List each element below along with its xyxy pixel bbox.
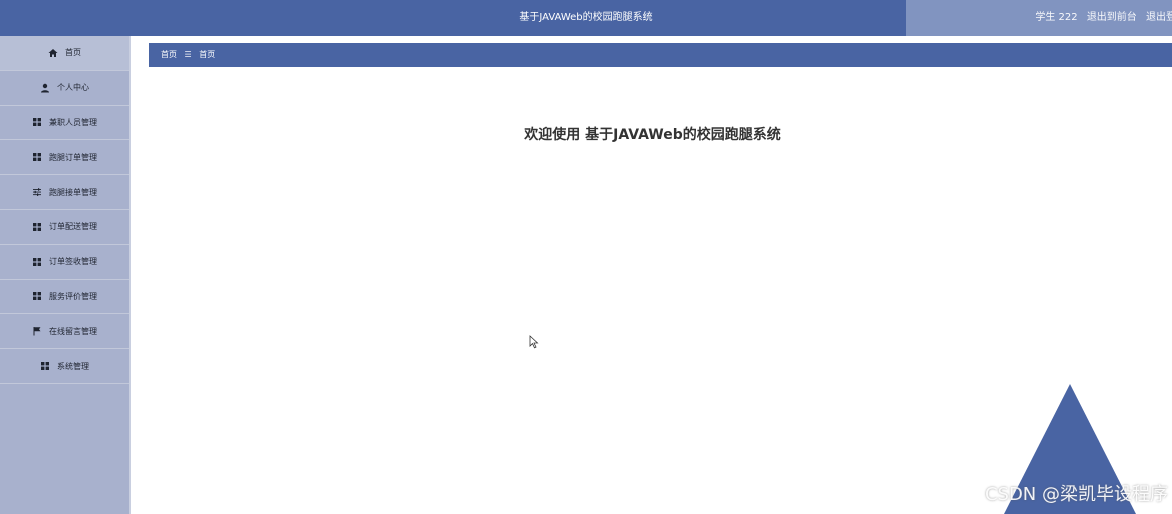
sidebar-item-label: 兼职人员管理: [49, 117, 97, 127]
sidebar-item-parttime-staff[interactable]: 兼职人员管理: [0, 106, 129, 141]
sidebar-item-service-review[interactable]: 服务评价管理: [0, 280, 129, 315]
welcome-heading: 欢迎使用 基于JAVAWeb的校园跑腿系统: [524, 127, 781, 143]
user-icon: [40, 83, 50, 93]
sidebar-item-label: 订单签收管理: [49, 257, 97, 267]
grid-icon: [32, 152, 42, 162]
breadcrumb-separator-icon: ☰: [184, 50, 192, 59]
sidebar: 首页 个人中心 兼职人员管理 跑腿订单管理 跑腿接单管理 订单配送管理 订单签收…: [0, 36, 131, 514]
sidebar-item-label: 订单配送管理: [49, 222, 97, 232]
sliders-icon: [32, 187, 42, 197]
grid-icon: [32, 117, 42, 127]
breadcrumb-home-link[interactable]: 首页: [161, 50, 177, 59]
sidebar-item-label: 在线留言管理: [49, 326, 97, 336]
grid-icon: [32, 222, 42, 232]
home-icon: [48, 48, 58, 58]
sidebar-item-label: 服务评价管理: [49, 291, 97, 301]
sidebar-item-online-messages[interactable]: 在线留言管理: [0, 314, 129, 350]
sidebar-item-label: 跑腿订单管理: [49, 152, 97, 162]
sidebar-item-label: 个人中心: [57, 83, 89, 93]
breadcrumb-current: 首页: [199, 50, 216, 59]
sidebar-item-errand-accept[interactable]: 跑腿接单管理: [0, 175, 129, 210]
sidebar-item-label: 跑腿接单管理: [49, 187, 97, 197]
breadcrumb: 首页 ☰ 首页: [149, 43, 1172, 67]
sidebar-item-home[interactable]: 首页: [0, 36, 129, 71]
sidebar-item-personal-center[interactable]: 个人中心: [0, 71, 129, 106]
sidebar-item-order-signoff[interactable]: 订单签收管理: [0, 245, 129, 280]
sidebar-item-label: 系统管理: [57, 361, 89, 371]
watermark: CSDN @梁凯毕设程序: [984, 484, 1168, 505]
sidebar-item-errand-orders[interactable]: 跑腿订单管理: [0, 140, 129, 176]
grid-icon: [40, 361, 50, 371]
grid-icon: [32, 291, 42, 301]
grid-icon: [32, 257, 42, 267]
sidebar-item-order-delivery[interactable]: 订单配送管理: [0, 210, 129, 245]
sidebar-item-label: 首页: [65, 48, 81, 58]
flag-icon: [32, 326, 42, 336]
sidebar-item-system[interactable]: 系统管理: [0, 349, 129, 384]
mouse-cursor-icon: [529, 335, 539, 349]
